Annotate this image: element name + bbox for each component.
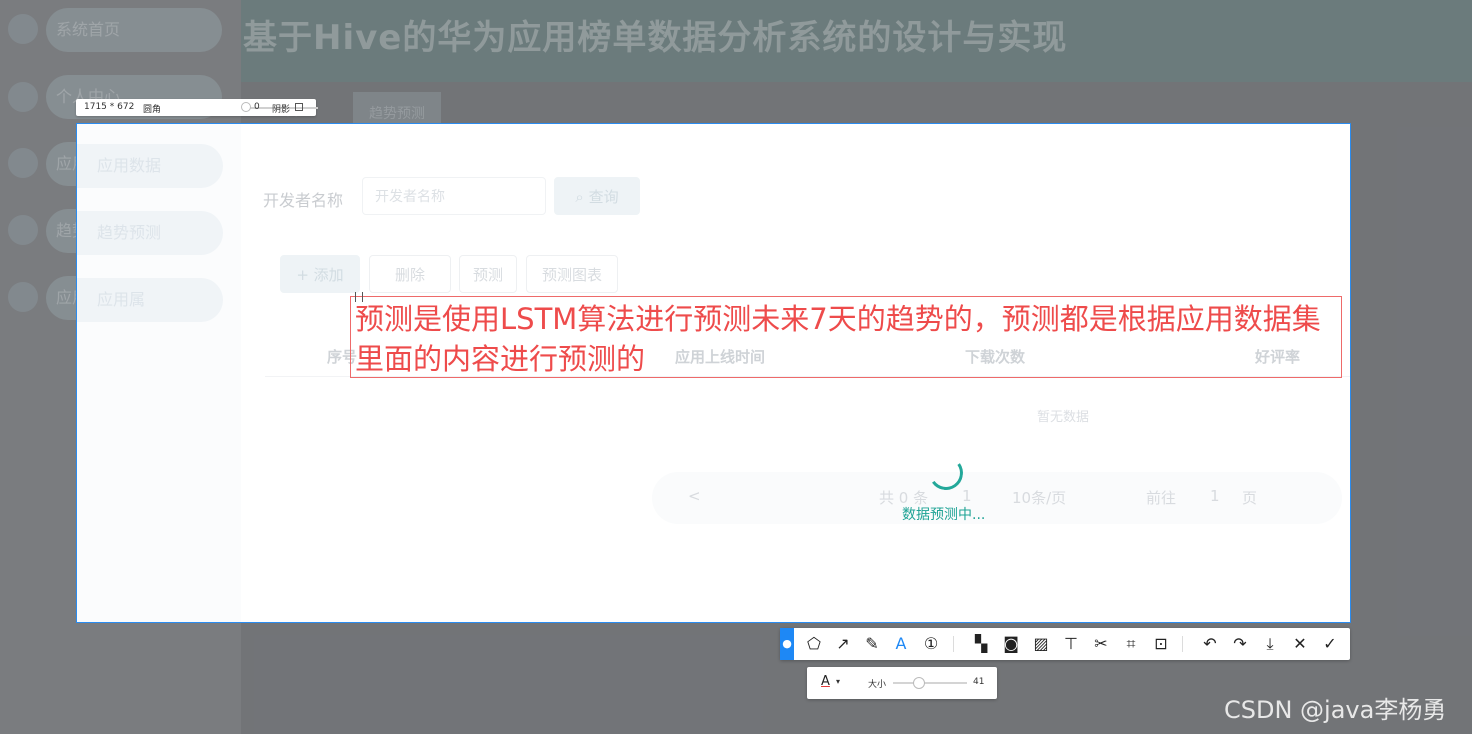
chevron-down-icon[interactable]: ▾ bbox=[836, 677, 840, 686]
font-size-label: 大小 bbox=[868, 680, 887, 690]
text-cursor-icon bbox=[355, 292, 363, 302]
text-color-picker[interactable]: A bbox=[821, 674, 830, 689]
loading-text: 数据预测中... bbox=[902, 507, 986, 523]
goto-input[interactable]: 1 bbox=[1210, 487, 1220, 505]
mosaic-icon[interactable]: ▚ bbox=[971, 634, 991, 654]
shape-icon[interactable]: ⬠ bbox=[804, 634, 824, 654]
trend-icon bbox=[8, 215, 38, 245]
font-size-slider-handle[interactable] bbox=[913, 677, 925, 689]
shadow-checkbox[interactable] bbox=[295, 103, 303, 111]
search-icon: ⌕ bbox=[575, 188, 589, 206]
empty-text: 暂无数据 bbox=[1037, 410, 1090, 425]
prev-page-button[interactable]: < bbox=[688, 487, 701, 505]
predict-button[interactable]: 预测 bbox=[459, 255, 517, 293]
capture-size: 1715 * 672 bbox=[84, 102, 135, 112]
app-title: 基于Hive的华为应用榜单数据分析系统的设计与实现 bbox=[243, 18, 1068, 58]
goto-label: 前往 bbox=[1146, 489, 1177, 507]
watermark: CSDN @java李杨勇 bbox=[1224, 696, 1447, 724]
delete-button[interactable]: 删除 bbox=[369, 255, 451, 293]
drag-handle-icon[interactable]: ● bbox=[780, 628, 794, 660]
radius-label: 圆角 bbox=[143, 105, 162, 115]
pencil-icon[interactable]: ✎ bbox=[862, 634, 882, 654]
radius-value: 0 bbox=[254, 102, 260, 112]
category-icon bbox=[8, 282, 38, 312]
frame-sidebar: 应用数据 趋势预测 应用属 bbox=[77, 124, 241, 622]
scissors-icon[interactable]: ✂ bbox=[1091, 634, 1111, 654]
page-size-select[interactable]: 10条/页 bbox=[1012, 487, 1066, 508]
filter-label: 开发者名称 bbox=[263, 191, 344, 210]
toolbar-divider bbox=[1182, 636, 1183, 652]
translate-icon[interactable]: ⌗ bbox=[1121, 634, 1141, 654]
pin-icon[interactable]: ⊤ bbox=[1061, 634, 1081, 654]
search-button[interactable]: ⌕ 查询 bbox=[554, 177, 640, 215]
hatch-icon[interactable]: ▨ bbox=[1031, 634, 1051, 654]
user-icon bbox=[8, 82, 38, 112]
font-size-slider-track[interactable] bbox=[893, 682, 967, 684]
toolbar-divider bbox=[953, 636, 954, 652]
screenshot-toolbar: ● ⬠ ↗ ✎ A ① ▚ ◙ ▨ ⊤ ✂ ⌗ ⊡ ↶ ↷ ⤓ ✕ ✓ bbox=[780, 628, 1350, 660]
capture-size-bar: 1715 * 672 圆角 0 阴影 bbox=[76, 99, 318, 116]
data-icon bbox=[8, 148, 38, 178]
radius-slider-handle[interactable] bbox=[241, 102, 251, 112]
capture-region[interactable]: 应用数据 趋势预测 应用属 开发者名称 开发者名称 ⌕ 查询 + 添加 删除 预… bbox=[76, 123, 1351, 623]
pager-current[interactable]: 1 bbox=[962, 487, 972, 505]
font-size-value: 41 bbox=[973, 677, 985, 687]
close-icon[interactable]: ✕ bbox=[1290, 634, 1310, 654]
shadow-label: 阴影 bbox=[272, 105, 291, 115]
sidebar-item-home[interactable]: 系统首页 bbox=[46, 8, 222, 52]
pagination: < 共 0 条 1 10条/页 前往 1 页 bbox=[652, 472, 1342, 524]
arrow-icon[interactable]: ↗ bbox=[833, 634, 853, 654]
add-button[interactable]: + 添加 bbox=[280, 255, 360, 293]
developer-name-input[interactable]: 开发者名称 bbox=[362, 177, 546, 215]
confirm-icon[interactable]: ✓ bbox=[1320, 634, 1340, 654]
undo-icon[interactable]: ↶ bbox=[1200, 634, 1220, 654]
annotation-text-box[interactable]: 预测是使用LSTM算法进行预测未来7天的趋势的，预测都是根据应用数据集里面的内容… bbox=[350, 296, 1342, 378]
download-icon[interactable]: ⤓ bbox=[1260, 634, 1280, 654]
text-tool-options: A ▾ 大小 41 bbox=[807, 667, 997, 699]
goto-suffix: 页 bbox=[1242, 489, 1258, 507]
number-icon[interactable]: ① bbox=[921, 634, 941, 654]
blur-icon[interactable]: ◙ bbox=[1001, 634, 1021, 654]
frame-sidebar-item: 应用数据 bbox=[77, 144, 223, 188]
ocr-icon[interactable]: ⊡ bbox=[1151, 634, 1171, 654]
text-icon[interactable]: A bbox=[891, 634, 911, 654]
frame-sidebar-item: 应用属 bbox=[77, 278, 223, 322]
predict-chart-button[interactable]: 预测图表 bbox=[526, 255, 618, 293]
home-icon bbox=[8, 14, 38, 44]
frame-sidebar-item: 趋势预测 bbox=[77, 211, 223, 255]
redo-icon[interactable]: ↷ bbox=[1230, 634, 1250, 654]
